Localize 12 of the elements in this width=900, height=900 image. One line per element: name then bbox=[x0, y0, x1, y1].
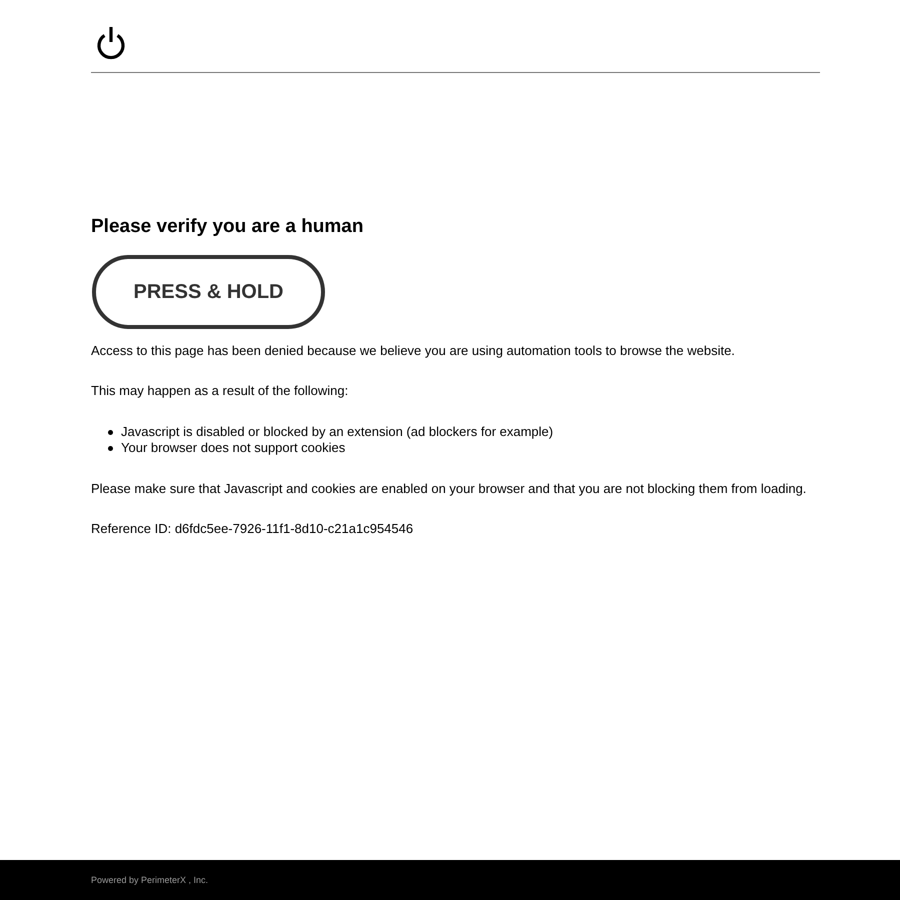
bullet-icon bbox=[108, 446, 113, 450]
reasons-intro-text: This may happen as a result of the following: bbox=[91, 383, 350, 399]
reason-text: Your browser does not support cookies bbox=[121, 440, 346, 456]
press-and-hold-button[interactable]: PRESS & HOLD bbox=[92, 255, 325, 329]
powered-by-text: Powered by PerimeterX , Inc. bbox=[91, 875, 208, 885]
power-icon bbox=[95, 26, 127, 60]
bullet-icon bbox=[108, 430, 113, 434]
reference-id-text: Reference ID: d6fdc5ee-7926-11f1-8d10-c21a1c954546 bbox=[91, 521, 414, 537]
reason-text: Javascript is disabled or blocked by an extension (ad blockers for example) bbox=[121, 424, 554, 440]
access-denied-text: Access to this page has been denied because we believe you are using automation tools to browse the website. bbox=[91, 343, 736, 359]
advice-text: Please make sure that Javascript and cookies are enabled on your browser and that you are not blocking them from loading. bbox=[91, 481, 808, 497]
page-heading: Please verify you are a human bbox=[91, 216, 364, 238]
